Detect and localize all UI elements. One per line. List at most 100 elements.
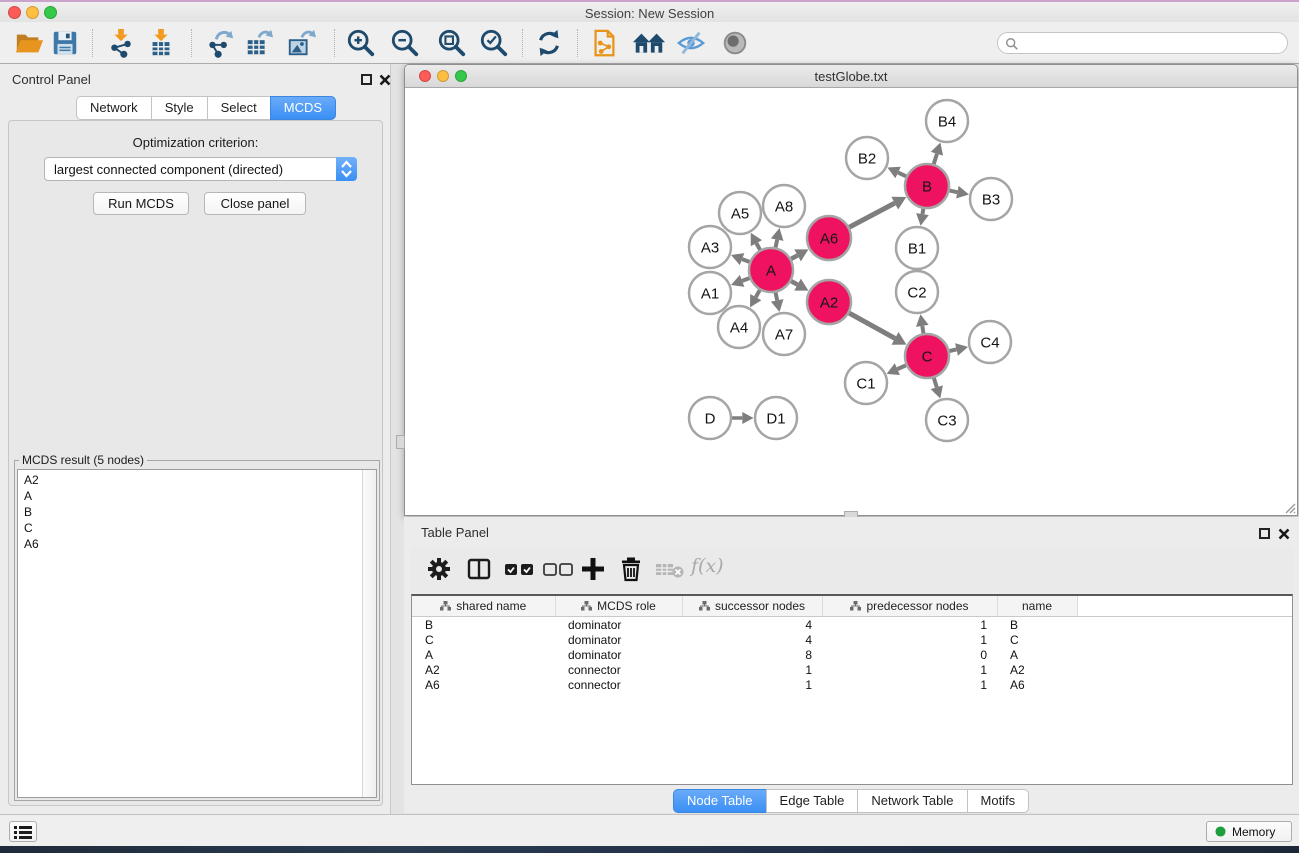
table-cell[interactable]: connector	[555, 662, 682, 677]
network-edge-A2-C[interactable]	[849, 313, 895, 338]
split-table-icon[interactable]	[465, 555, 493, 583]
network-edge-B-B4[interactable]	[934, 154, 937, 164]
network-edge-B-B3[interactable]	[950, 191, 958, 193]
table-row[interactable]: Adominator80A	[412, 647, 1292, 662]
birdseye-eye-icon[interactable]	[720, 28, 750, 58]
zoom-in-icon[interactable]	[346, 28, 376, 58]
table-tab-edge-table[interactable]: Edge Table	[766, 789, 859, 813]
network-edge-C-C4[interactable]	[949, 349, 956, 351]
tab-select[interactable]: Select	[207, 96, 271, 120]
delete-column-trash-icon[interactable]	[617, 555, 645, 583]
table-cell[interactable]: 1	[682, 677, 822, 692]
gear-icon[interactable]	[425, 555, 453, 583]
mcds-result-list[interactable]: A2ABCA6	[17, 469, 377, 798]
table-cell[interactable]: B	[997, 617, 1077, 633]
column-header-predecessor-nodes[interactable]: predecessor nodes	[822, 596, 997, 617]
column-header-mcds-role[interactable]: MCDS role	[555, 596, 682, 617]
tab-mcds[interactable]: MCDS	[270, 96, 336, 120]
tab-network[interactable]: Network	[76, 96, 152, 120]
table-cell[interactable]: 1	[822, 677, 997, 692]
network-edge-A-A2[interactable]	[791, 281, 797, 285]
table-cell[interactable]: A2	[997, 662, 1077, 677]
zoom-fit-icon[interactable]	[437, 28, 467, 58]
table-cell[interactable]: dominator	[555, 617, 682, 633]
table-cell[interactable]: 1	[682, 662, 822, 677]
network-edge-A-A5[interactable]	[756, 243, 760, 250]
table-cell[interactable]: 4	[682, 617, 822, 633]
network-window-titlebar[interactable]: testGlobe.txt	[405, 65, 1297, 88]
network-edge-C-C3[interactable]	[934, 378, 937, 387]
network-edge-C-C2[interactable]	[922, 326, 923, 333]
table-close-panel-icon[interactable]	[1278, 528, 1290, 540]
table-cell[interactable]: A	[412, 647, 555, 662]
select-all-checkboxes-icon[interactable]	[503, 555, 537, 583]
deselect-all-checkboxes-icon[interactable]	[542, 555, 576, 583]
hide-details-eye-slash-icon[interactable]	[676, 28, 706, 58]
table-cell[interactable]: 8	[682, 647, 822, 662]
network-edge-A-A6[interactable]	[791, 255, 797, 259]
table-tab-motifs[interactable]: Motifs	[967, 789, 1030, 813]
table-tab-network-table[interactable]: Network Table	[857, 789, 967, 813]
zoom-selected-icon[interactable]	[479, 28, 509, 58]
search-input[interactable]	[1024, 35, 1283, 53]
table-cell[interactable]: 1	[822, 632, 997, 647]
import-network-icon[interactable]	[106, 28, 136, 58]
zoom-out-icon[interactable]	[390, 28, 420, 58]
result-item[interactable]: A	[18, 488, 376, 504]
network-edge-A6-B[interactable]	[849, 203, 894, 227]
table-cell[interactable]: A6	[412, 677, 555, 692]
table-cell[interactable]: dominator	[555, 632, 682, 647]
table-cell[interactable]: dominator	[555, 647, 682, 662]
float-panel-icon[interactable]	[361, 74, 372, 85]
result-item[interactable]: A6	[18, 536, 376, 552]
table-row[interactable]: Bdominator41B	[412, 617, 1292, 633]
result-item[interactable]: C	[18, 520, 376, 536]
close-panel-icon[interactable]	[379, 74, 391, 86]
table-row[interactable]: Cdominator41C	[412, 632, 1292, 647]
table-cell[interactable]: A	[997, 647, 1077, 662]
column-header-successor-nodes[interactable]: successor nodes	[682, 596, 822, 617]
memory-button[interactable]: Memory	[1206, 821, 1292, 842]
network-edge-A-A3[interactable]	[742, 259, 749, 262]
network-edge-A-A4[interactable]	[756, 290, 760, 297]
network-edge-A-A8[interactable]	[776, 240, 778, 248]
table-cell[interactable]: C	[412, 632, 555, 647]
homes-icon[interactable]	[631, 28, 667, 58]
table-cell[interactable]: 0	[822, 647, 997, 662]
network-edge-A-A7[interactable]	[776, 293, 778, 301]
table-row[interactable]: A2connector11A2	[412, 662, 1292, 677]
table-cell[interactable]: A6	[997, 677, 1077, 692]
table-cell[interactable]: B	[412, 617, 555, 633]
close-panel-button[interactable]: Close panel	[204, 192, 306, 215]
import-table-icon[interactable]	[146, 28, 176, 58]
window-resize-grip[interactable]	[1282, 500, 1296, 514]
apply-layout-refresh-icon[interactable]	[534, 28, 564, 58]
column-header-name[interactable]: name	[997, 596, 1077, 617]
table-float-panel-icon[interactable]	[1259, 528, 1270, 539]
result-item[interactable]: A2	[18, 472, 376, 488]
vertical-divider-handle[interactable]	[396, 435, 405, 449]
column-header-shared-name[interactable]: shared name	[412, 596, 555, 617]
network-edge-C-C1[interactable]	[897, 365, 906, 369]
table-row[interactable]: A6connector11A6	[412, 677, 1292, 692]
network-edge-B-B2[interactable]	[898, 173, 906, 177]
table-cell[interactable]: 4	[682, 632, 822, 647]
save-icon[interactable]	[50, 28, 80, 58]
export-image-icon[interactable]	[286, 28, 316, 58]
table-cell[interactable]: A2	[412, 662, 555, 677]
network-canvas[interactable]: B4B2BB3A8A5A6A3B1AA1C2A2A4A7C4CC1C3DD1	[405, 88, 1297, 515]
criterion-dropdown[interactable]: largest connected component (directed)	[44, 157, 357, 181]
network-edge-B-B1[interactable]	[922, 209, 923, 214]
export-network-icon[interactable]	[205, 28, 235, 58]
result-list-scrollbar[interactable]	[362, 470, 376, 797]
result-item[interactable]: B	[18, 504, 376, 520]
table-cell[interactable]: C	[997, 632, 1077, 647]
table-tab-node-table[interactable]: Node Table	[673, 789, 767, 813]
show-panels-list-button[interactable]	[9, 821, 37, 842]
run-mcds-button[interactable]: Run MCDS	[93, 192, 189, 215]
add-column-plus-icon[interactable]	[579, 555, 607, 583]
table-cell[interactable]: 1	[822, 617, 997, 633]
open-folder-icon[interactable]	[14, 28, 44, 58]
network-document-icon[interactable]	[589, 28, 619, 58]
export-table-icon[interactable]	[244, 28, 274, 58]
